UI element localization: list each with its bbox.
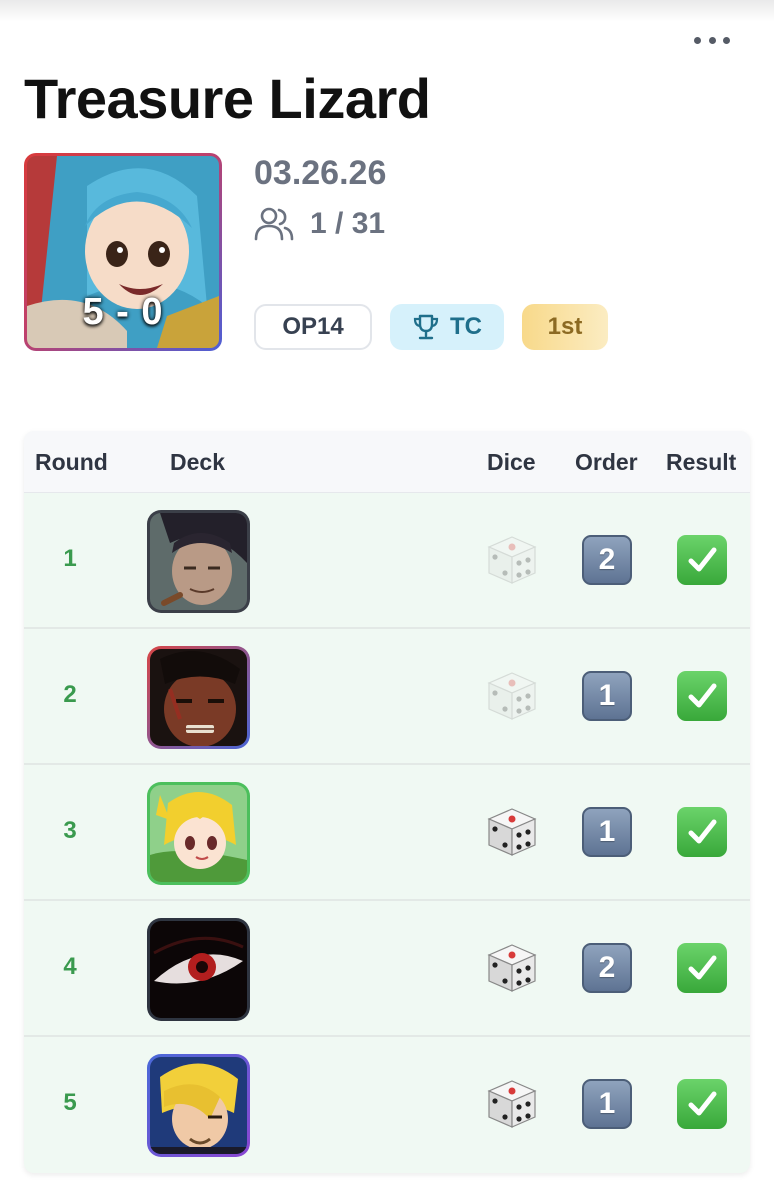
table-header: Round Deck Dice Order Result: [24, 431, 750, 493]
top-shade: [0, 0, 774, 22]
column-header-order: Order: [575, 449, 638, 475]
win-check-icon: [677, 807, 727, 857]
match-score: 5 - 0: [82, 291, 164, 333]
dice-icon-faded: [485, 533, 539, 587]
column-header-result: Result: [666, 449, 737, 475]
dice-icon: [485, 941, 539, 995]
table-row[interactable]: 1 2: [24, 493, 750, 629]
player-count-row: 1 / 31: [254, 206, 385, 242]
event-date: 03.26.26: [254, 154, 387, 192]
table-row[interactable]: 5 1: [24, 1037, 750, 1173]
round-number: 3: [63, 817, 77, 844]
round-number: 4: [63, 953, 77, 980]
page-title: Treasure Lizard: [24, 67, 431, 130]
round-number: 5: [63, 1089, 77, 1116]
deck-art-ace: [150, 649, 247, 746]
win-check-icon: [677, 535, 727, 585]
win-check-icon: [677, 671, 727, 721]
event-badges: OP14 TC 1st: [254, 304, 608, 350]
column-header-dice: Dice: [487, 449, 536, 475]
deck-leader-art[interactable]: [147, 782, 250, 885]
dice-icon: [485, 1077, 539, 1131]
leader-card-art[interactable]: 5 - 0: [24, 153, 222, 351]
win-check-icon: [677, 943, 727, 993]
set-badge: OP14: [254, 304, 372, 350]
column-header-deck: Deck: [170, 449, 225, 475]
table-row[interactable]: 4 2: [24, 901, 750, 1037]
column-header-round: Round: [35, 449, 108, 475]
round-number: 1: [63, 545, 77, 572]
more-horizontal-icon: [694, 36, 701, 44]
order-number-badge: 2: [582, 535, 632, 585]
deck-art-crocodile: [150, 513, 247, 610]
order-number-badge: 1: [582, 1079, 632, 1129]
users-icon: [254, 207, 294, 241]
table-row[interactable]: 2 1: [24, 629, 750, 765]
event-type-badge: TC: [390, 304, 504, 350]
dice-icon-faded: [485, 669, 539, 723]
deck-art-red-eye: [150, 921, 247, 1018]
deck-art-carrot: [150, 785, 247, 882]
more-horizontal-icon-dot: [723, 36, 730, 44]
deck-leader-art[interactable]: [147, 646, 250, 749]
player-count: 1 / 31: [310, 207, 386, 240]
round-number: 2: [63, 681, 77, 708]
dice-icon: [485, 805, 539, 859]
win-check-icon: [677, 1079, 727, 1129]
order-number-badge: 2: [582, 943, 632, 993]
deck-leader-art[interactable]: [147, 1054, 250, 1157]
deck-art-sanji: [150, 1057, 247, 1154]
order-number-badge: 1: [582, 807, 632, 857]
order-number-badge: 1: [582, 671, 632, 721]
deck-leader-art[interactable]: [147, 918, 250, 1021]
round-results-table: Round Deck Dice Order Result 1 2 2 1 3 1…: [24, 431, 750, 1173]
more-horizontal-icon-dot: [708, 36, 716, 44]
table-row[interactable]: 3 1: [24, 765, 750, 901]
more-options-button[interactable]: [694, 30, 730, 50]
event-type-label: TC: [450, 313, 482, 340]
placement-badge: 1st: [522, 304, 608, 350]
deck-leader-art[interactable]: [147, 510, 250, 613]
trophy-icon: [413, 314, 439, 340]
